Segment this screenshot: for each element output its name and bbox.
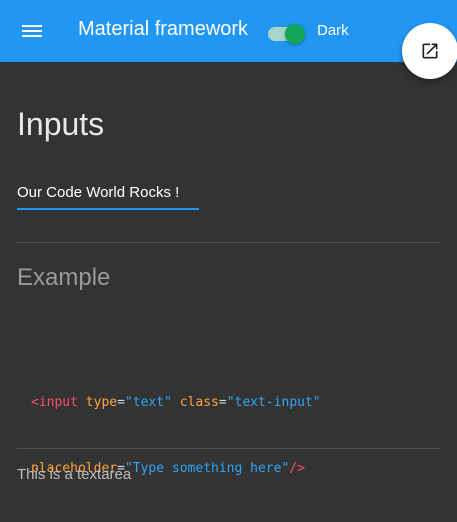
example-heading: Example <box>17 264 111 291</box>
open-in-new-icon <box>422 43 438 59</box>
code-token: "text-input" <box>226 395 321 410</box>
theme-toggle[interactable] <box>268 23 306 44</box>
app-title: Material framework <box>78 18 249 40</box>
app-bar: Material framework Dark <box>0 0 457 62</box>
menu-icon[interactable] <box>22 22 44 40</box>
text-input[interactable] <box>17 178 199 210</box>
code-token: = <box>218 395 227 410</box>
code-token: <input <box>31 395 78 410</box>
code-token: class <box>179 395 219 410</box>
code-line: <input type="text" class="text-input" <box>31 392 321 414</box>
toggle-thumb <box>285 24 305 44</box>
page-heading: Inputs <box>17 106 105 142</box>
open-in-new-button[interactable] <box>402 23 457 79</box>
code-token: = <box>117 395 125 410</box>
textarea[interactable] <box>17 466 441 506</box>
code-token: "text" <box>124 395 172 410</box>
code-token: type <box>85 395 118 410</box>
divider <box>17 242 441 243</box>
divider <box>17 448 441 449</box>
theme-toggle-label: Dark <box>317 22 349 39</box>
